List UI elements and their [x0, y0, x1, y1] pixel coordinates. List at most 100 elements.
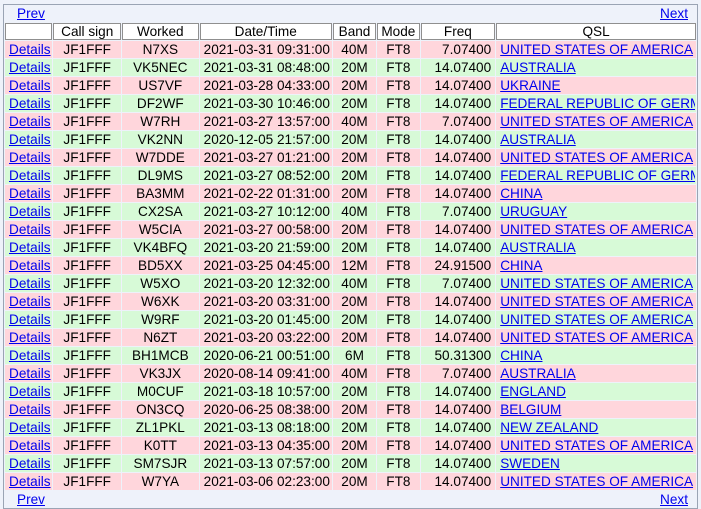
mode-cell: FT8 — [377, 167, 420, 184]
datetime-cell: 2021-03-18 10:57:00 — [199, 383, 332, 400]
datetime-cell: 2021-03-20 03:22:00 — [199, 329, 332, 346]
qsl-country-link[interactable]: AUSTRALIA — [500, 60, 576, 75]
next-link-top[interactable]: Next — [660, 5, 688, 22]
qsl-country-link[interactable]: AUSTRALIA — [500, 366, 576, 381]
qsl-country-link[interactable]: AUSTRALIA — [500, 240, 576, 255]
qsl-country-cell: UNITED STATES OF AMERICA — [496, 293, 696, 310]
freq-cell: 24.91500 — [420, 257, 496, 274]
datetime-cell: 2021-03-27 08:52:00 — [199, 167, 332, 184]
band-cell: 20M — [332, 149, 377, 166]
call-sign-cell: JF1FFF — [53, 473, 121, 490]
qsl-country-link[interactable]: UNITED STATES OF AMERICA — [500, 114, 693, 129]
details-cell: Details — [5, 221, 53, 238]
details-link[interactable]: Details — [9, 240, 51, 255]
qsl-country-link[interactable]: UKRAINE — [500, 78, 560, 93]
details-link[interactable]: Details — [9, 222, 51, 237]
table-row: Details JF1FFF M0CUF 2021-03-18 10:57:00 20M… — [5, 383, 696, 400]
details-link[interactable]: Details — [9, 258, 51, 273]
worked-cell: ZL1PKL — [121, 419, 199, 436]
table-row: Details JF1FFF W7RH 2021-03-27 13:57:00 40M F… — [5, 113, 696, 130]
worked-cell: BD5XX — [121, 257, 199, 274]
qsl-country-cell: AUSTRALIA — [496, 131, 696, 148]
details-link[interactable]: Details — [9, 294, 51, 309]
band-cell: 40M — [332, 203, 377, 220]
details-link[interactable]: Details — [9, 60, 51, 75]
details-link[interactable]: Details — [9, 276, 51, 291]
details-link[interactable]: Details — [9, 402, 51, 417]
col-header-freq: Freq — [420, 23, 496, 40]
qso-log-table: Call sign Worked Date/Time Band Mode Fre… — [4, 22, 697, 491]
details-cell: Details — [5, 203, 53, 220]
datetime-cell: 2021-03-30 10:46:00 — [199, 95, 332, 112]
details-link[interactable]: Details — [9, 366, 51, 381]
prev-link-top[interactable]: Prev — [17, 5, 45, 22]
band-cell: 20M — [332, 59, 377, 76]
prev-link-bottom[interactable]: Prev — [17, 491, 45, 508]
details-link[interactable]: Details — [9, 204, 51, 219]
details-link[interactable]: Details — [9, 312, 51, 327]
qsl-country-link[interactable]: AUSTRALIA — [500, 132, 576, 147]
details-link[interactable]: Details — [9, 474, 51, 489]
col-header-datetime: Date/Time — [199, 23, 332, 40]
table-row: Details JF1FFF VK3JX 2020-08-14 09:41:00 40M… — [5, 365, 696, 382]
qsl-country-link[interactable]: NEW ZEALAND — [500, 420, 598, 435]
details-cell: Details — [5, 311, 53, 328]
details-link[interactable]: Details — [9, 168, 51, 183]
col-header-call-sign: Call sign — [53, 23, 121, 40]
col-header-mode: Mode — [377, 23, 420, 40]
details-link[interactable]: Details — [9, 42, 51, 57]
worked-cell: VK2NN — [121, 131, 199, 148]
qsl-country-link[interactable]: UNITED STATES OF AMERICA — [500, 474, 693, 489]
details-link[interactable]: Details — [9, 384, 51, 399]
qsl-country-cell: FEDERAL REPUBLIC OF GERMANY — [496, 167, 696, 184]
table-row: Details JF1FFF W6XK 2021-03-20 03:31:00 20M F… — [5, 293, 696, 310]
qsl-country-link[interactable]: FEDERAL REPUBLIC OF GERMANY — [500, 96, 695, 111]
qsl-country-link[interactable]: CHINA — [500, 186, 542, 201]
freq-cell: 14.07400 — [420, 329, 496, 346]
details-link[interactable]: Details — [9, 186, 51, 201]
qsl-country-link[interactable]: UNITED STATES OF AMERICA — [500, 42, 693, 57]
band-cell: 20M — [332, 419, 377, 436]
worked-cell: W7DDE — [121, 149, 199, 166]
table-row: Details JF1FFF W7YA 2021-03-06 02:23:00 20M F… — [5, 473, 696, 490]
freq-cell: 14.07400 — [420, 77, 496, 94]
details-link[interactable]: Details — [9, 330, 51, 345]
mode-cell: FT8 — [377, 41, 420, 58]
band-cell: 20M — [332, 383, 377, 400]
datetime-cell: 2021-03-27 00:58:00 — [199, 221, 332, 238]
qsl-country-link[interactable]: BELGIUM — [500, 402, 561, 417]
qsl-country-link[interactable]: CHINA — [500, 348, 542, 363]
table-row: Details JF1FFF N7XS 2021-03-31 09:31:00 40M F… — [5, 41, 696, 58]
qsl-country-link[interactable]: UNITED STATES OF AMERICA — [500, 294, 693, 309]
band-cell: 40M — [332, 365, 377, 382]
details-link[interactable]: Details — [9, 420, 51, 435]
freq-cell: 14.07400 — [420, 95, 496, 112]
band-cell: 20M — [332, 437, 377, 454]
qsl-country-link[interactable]: URUGUAY — [500, 204, 567, 219]
band-cell: 20M — [332, 239, 377, 256]
qsl-country-link[interactable]: ENGLAND — [500, 384, 566, 399]
next-link-bottom[interactable]: Next — [660, 491, 688, 508]
details-link[interactable]: Details — [9, 96, 51, 111]
worked-cell: M0CUF — [121, 383, 199, 400]
qsl-country-link[interactable]: FEDERAL REPUBLIC OF GERMANY — [500, 168, 695, 183]
table-row: Details JF1FFF W5XO 2021-03-20 12:32:00 40M F… — [5, 275, 696, 292]
details-link[interactable]: Details — [9, 132, 51, 147]
qsl-country-link[interactable]: UNITED STATES OF AMERICA — [500, 330, 693, 345]
details-link[interactable]: Details — [9, 78, 51, 93]
qsl-country-link[interactable]: UNITED STATES OF AMERICA — [500, 276, 693, 291]
details-link[interactable]: Details — [9, 348, 51, 363]
qsl-country-link[interactable]: UNITED STATES OF AMERICA — [500, 222, 693, 237]
details-cell: Details — [5, 365, 53, 382]
qsl-country-link[interactable]: UNITED STATES OF AMERICA — [500, 438, 693, 453]
worked-cell: W7RH — [121, 113, 199, 130]
details-link[interactable]: Details — [9, 438, 51, 453]
freq-cell: 14.07400 — [420, 149, 496, 166]
qsl-country-link[interactable]: UNITED STATES OF AMERICA — [500, 150, 693, 165]
details-link[interactable]: Details — [9, 114, 51, 129]
band-cell: 40M — [332, 113, 377, 130]
table-row: Details JF1FFF BD5XX 2021-03-25 04:45:00 12M… — [5, 257, 696, 274]
qsl-country-link[interactable]: CHINA — [500, 258, 542, 273]
details-link[interactable]: Details — [9, 150, 51, 165]
qsl-country-link[interactable]: UNITED STATES OF AMERICA — [500, 312, 693, 327]
